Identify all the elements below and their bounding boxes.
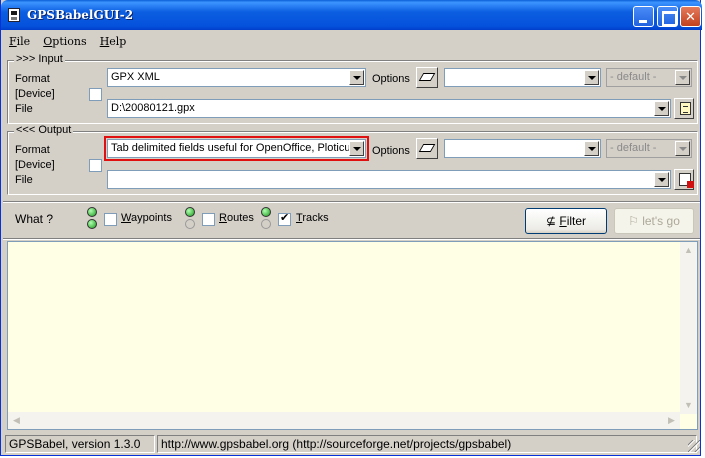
- output-charset-select: - default -: [606, 139, 692, 158]
- run-icon: ⚐: [628, 214, 643, 228]
- output-file-label: File: [15, 174, 33, 186]
- status-bar: GPSBabel, version 1.3.0 http://www.gpsba…: [1, 434, 702, 454]
- input-file-label: File: [15, 103, 33, 115]
- tracks-label[interactable]: Tracks: [296, 212, 329, 224]
- input-device-label: [Device]: [15, 88, 55, 100]
- menu-help[interactable]: Help: [96, 33, 131, 50]
- chevron-down-icon[interactable]: [654, 101, 669, 116]
- chevron-down-icon[interactable]: [654, 172, 669, 187]
- scroll-down-icon[interactable]: ▼: [680, 397, 697, 414]
- waypoints-checkbox[interactable]: [104, 213, 117, 226]
- output-legend: <<< Output: [14, 124, 74, 136]
- horizontal-scrollbar[interactable]: ◀ ▶: [8, 412, 680, 429]
- log-output[interactable]: ▲ ▼ ◀ ▶: [7, 241, 698, 430]
- status-version: GPSBabel, version 1.3.0: [5, 435, 155, 453]
- separator-2: [3, 238, 700, 240]
- chevron-down-icon: [675, 141, 690, 156]
- open-file-icon: [680, 102, 691, 115]
- output-options-eraser-button[interactable]: [416, 138, 438, 159]
- app-icon: [8, 8, 20, 22]
- scroll-right-icon[interactable]: ▶: [663, 412, 680, 429]
- filter-icon: ⊈: [545, 214, 560, 228]
- maximize-button[interactable]: [657, 6, 678, 27]
- status-url: http://www.gpsbabel.org (http://sourcefo…: [157, 435, 697, 453]
- chevron-down-icon[interactable]: [584, 70, 599, 85]
- input-device-checkbox[interactable]: [89, 88, 102, 101]
- output-device-label: [Device]: [15, 159, 55, 171]
- menu-bar: File Options Help: [5, 33, 132, 51]
- chevron-down-icon[interactable]: [349, 141, 364, 156]
- input-format-label: Format: [15, 73, 50, 85]
- input-options-eraser-button[interactable]: [416, 67, 438, 88]
- input-group: >>> Input Format [Device] File GPX XML O…: [7, 53, 698, 124]
- eraser-icon: [418, 144, 436, 152]
- routes-label[interactable]: Routes: [219, 212, 254, 224]
- title-bar[interactable]: GPSBabelGUI-2 ✕: [1, 0, 702, 30]
- chevron-down-icon[interactable]: [584, 141, 599, 156]
- output-file-field[interactable]: [107, 170, 671, 189]
- window-title: GPSBabelGUI-2: [27, 8, 134, 22]
- lets-go-button: ⚐ let's go: [614, 208, 694, 234]
- input-charset-select: - default -: [606, 68, 692, 87]
- output-group: <<< Output Format [Device] File Tab deli…: [7, 124, 698, 195]
- save-file-icon: [679, 173, 694, 188]
- eraser-icon: [418, 73, 436, 81]
- separator: [3, 201, 700, 203]
- output-options-label: Options: [372, 145, 410, 157]
- menu-options[interactable]: Options: [39, 33, 90, 50]
- input-format-select[interactable]: GPX XML: [107, 68, 366, 87]
- tracks-checkbox[interactable]: [278, 211, 291, 226]
- input-file-field[interactable]: D:\20080121.gpx: [107, 99, 671, 118]
- scroll-up-icon[interactable]: ▲: [680, 242, 697, 259]
- resize-grip[interactable]: [688, 440, 700, 452]
- chevron-down-icon: [675, 70, 690, 85]
- main-window: GPSBabelGUI-2 ✕ File Options Help >>> In…: [0, 0, 702, 456]
- routes-status-icon: [185, 207, 197, 231]
- input-options-select[interactable]: [444, 68, 601, 87]
- vertical-scrollbar[interactable]: ▲ ▼: [680, 242, 697, 414]
- filter-button[interactable]: ⊈ Filter: [525, 208, 607, 234]
- output-device-checkbox[interactable]: [89, 159, 102, 172]
- minimize-button[interactable]: [633, 6, 654, 27]
- output-format-label: Format: [15, 144, 50, 156]
- output-options-select[interactable]: [444, 139, 601, 158]
- output-format-select[interactable]: Tab delimited fields useful for OpenOffi…: [104, 136, 369, 161]
- input-legend: >>> Input: [14, 53, 65, 65]
- routes-checkbox[interactable]: [202, 213, 215, 226]
- menu-file[interactable]: File: [5, 33, 34, 50]
- close-button[interactable]: ✕: [680, 6, 701, 27]
- input-file-browse-button[interactable]: [674, 98, 694, 119]
- waypoints-status-icon: [87, 207, 99, 231]
- chevron-down-icon[interactable]: [349, 70, 364, 85]
- scroll-left-icon[interactable]: ◀: [8, 412, 25, 429]
- what-label: What ?: [15, 212, 54, 226]
- waypoints-label[interactable]: Waypoints: [121, 212, 172, 224]
- input-options-label: Options: [372, 73, 410, 85]
- output-file-save-button[interactable]: [674, 169, 694, 190]
- tracks-status-icon: [261, 207, 273, 231]
